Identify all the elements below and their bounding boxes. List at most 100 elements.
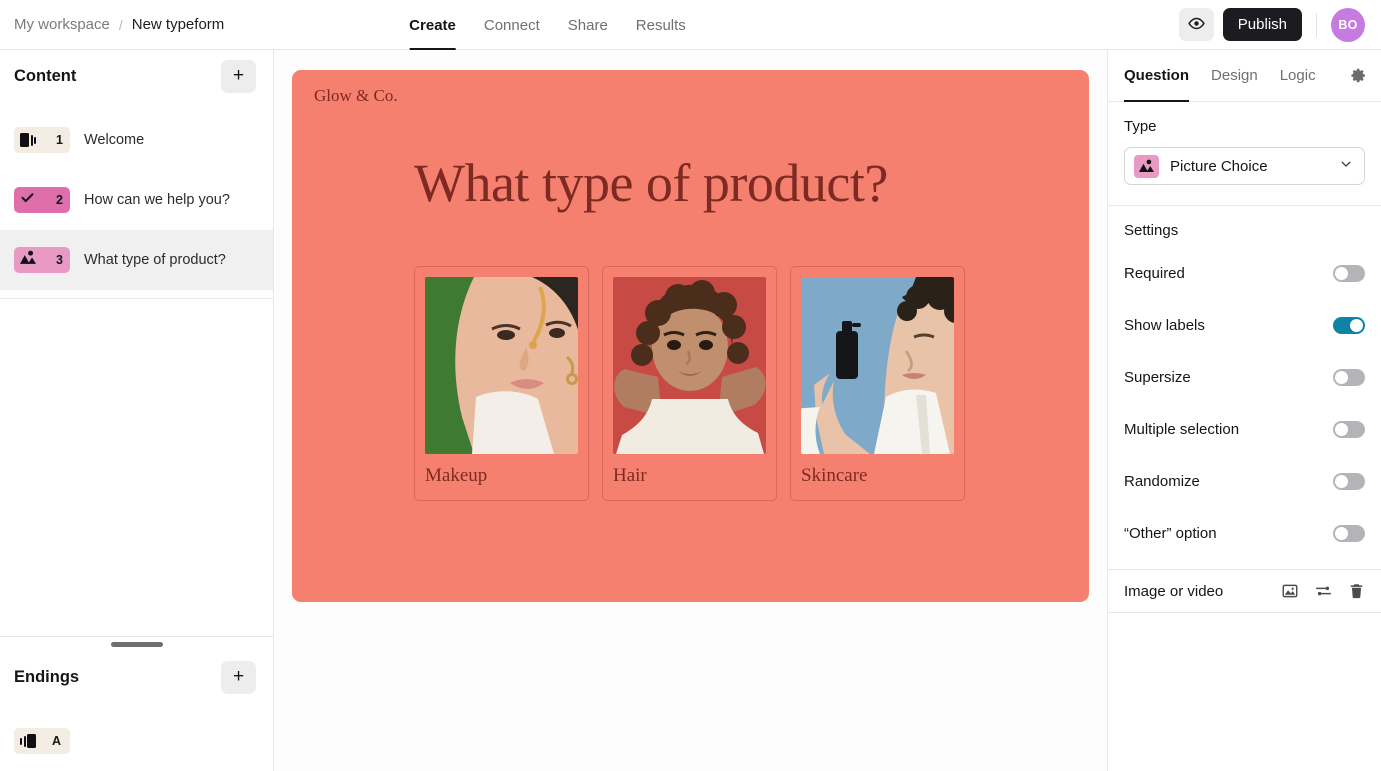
setting-row-show-labels: Show labels — [1124, 299, 1365, 351]
resize-handle[interactable] — [111, 642, 163, 647]
editor-body: Content + 1 Welcome — [0, 50, 1381, 771]
question-settings-panel: Question Design Logic Type — [1107, 50, 1381, 771]
breadcrumb-separator: / — [119, 17, 123, 33]
sidebar-item-what-type-of-product[interactable]: 3 What type of product? — [0, 230, 273, 290]
ending-statement-icon — [20, 734, 36, 748]
choice-label: Makeup — [425, 454, 578, 500]
endings-title: Endings — [14, 668, 79, 687]
adjust-icon[interactable] — [1314, 582, 1333, 600]
statement-icon — [20, 133, 36, 147]
tab-connect[interactable]: Connect — [484, 0, 540, 50]
choice-card-makeup[interactable]: Makeup — [414, 266, 589, 501]
toggle-randomize[interactable] — [1333, 473, 1365, 490]
form-canvas: Glow & Co. What type of product? — [274, 50, 1107, 771]
item-number: 2 — [56, 193, 63, 207]
setting-row-required: Required — [1124, 247, 1365, 299]
item-label: Welcome — [84, 132, 144, 148]
avatar[interactable]: BO — [1331, 8, 1365, 42]
header-actions: Publish BO — [1179, 8, 1381, 42]
setting-row-other-option: “Other” option — [1124, 507, 1365, 559]
item-badge: 3 — [14, 247, 70, 273]
eye-icon — [1188, 15, 1205, 35]
item-number: 3 — [56, 253, 63, 267]
app-header: My workspace / New typeform Create Conne… — [0, 0, 1381, 50]
image-icon[interactable] — [1281, 582, 1299, 600]
endings-list: A — [0, 703, 273, 771]
chevron-down-icon — [1339, 157, 1353, 176]
type-label: Type — [1124, 118, 1365, 135]
item-badge: 1 — [14, 127, 70, 153]
tab-share[interactable]: Share — [568, 0, 608, 50]
toggle-show-labels[interactable] — [1333, 317, 1365, 334]
setting-label: Required — [1124, 265, 1185, 282]
tab-question[interactable]: Question — [1124, 50, 1189, 102]
tab-create[interactable]: Create — [409, 0, 456, 50]
setting-label: Supersize — [1124, 369, 1191, 386]
tab-logic[interactable]: Logic — [1280, 50, 1316, 102]
toggle-supersize[interactable] — [1333, 369, 1365, 386]
publish-button[interactable]: Publish — [1223, 8, 1302, 41]
item-label: How can we help you? — [84, 192, 230, 208]
type-section: Type Picture Choice — [1108, 102, 1381, 206]
breadcrumb-workspace[interactable]: My workspace — [14, 16, 110, 33]
choice-card-hair[interactable]: Hair — [602, 266, 777, 501]
tab-design[interactable]: Design — [1211, 50, 1258, 102]
setting-label: Multiple selection — [1124, 421, 1239, 438]
toggle-multiple-selection[interactable] — [1333, 421, 1365, 438]
question-type-select[interactable]: Picture Choice — [1124, 147, 1365, 185]
sidebar-ending-a[interactable]: A — [0, 711, 273, 771]
settings-label: Settings — [1108, 206, 1381, 243]
form-preview: Glow & Co. What type of product? — [292, 70, 1089, 602]
sidebar-spacer — [0, 299, 273, 628]
setting-row-multiple-selection: Multiple selection — [1124, 403, 1365, 455]
choice-label: Skincare — [801, 454, 954, 500]
content-sidebar: Content + 1 Welcome — [0, 50, 274, 771]
add-ending-button[interactable]: + — [221, 661, 256, 694]
item-badge: 2 — [14, 187, 70, 213]
main-nav-tabs: Create Connect Share Results — [409, 0, 686, 50]
photo-hair — [613, 277, 766, 454]
gear-icon[interactable] — [1350, 67, 1367, 84]
choice-photo — [425, 277, 578, 454]
panel-tabs: Question Design Logic — [1108, 50, 1381, 102]
form-brand: Glow & Co. — [314, 86, 398, 106]
setting-label: “Other” option — [1124, 525, 1217, 542]
media-label: Image or video — [1124, 583, 1223, 600]
ending-number: A — [52, 734, 61, 748]
setting-label: Randomize — [1124, 473, 1200, 490]
preview-button[interactable] — [1179, 8, 1214, 41]
choice-card-skincare[interactable]: Skincare — [790, 266, 965, 501]
breadcrumb: My workspace / New typeform — [0, 16, 224, 33]
setting-row-supersize: Supersize — [1124, 351, 1365, 403]
content-list: 1 Welcome 2 How can we help you? — [0, 102, 273, 290]
photo-makeup — [425, 277, 578, 454]
breadcrumb-form-name[interactable]: New typeform — [132, 16, 225, 33]
resize-handle-wrap — [0, 637, 273, 651]
typeform-editor: My workspace / New typeform Create Conne… — [0, 0, 1381, 771]
image-or-video-row: Image or video — [1108, 569, 1381, 613]
setting-label: Show labels — [1124, 317, 1205, 334]
item-label: What type of product? — [84, 252, 226, 268]
header-divider — [1316, 13, 1317, 37]
content-title: Content — [14, 67, 76, 86]
setting-row-randomize: Randomize — [1124, 455, 1365, 507]
check-icon — [20, 190, 35, 210]
question-title[interactable]: What type of product? — [414, 152, 888, 214]
sidebar-item-how-can-we-help[interactable]: 2 How can we help you? — [0, 170, 273, 230]
add-content-button[interactable]: + — [221, 60, 256, 93]
media-actions — [1281, 582, 1365, 600]
picture-icon — [20, 250, 36, 270]
content-panel-header: Content + — [0, 50, 273, 102]
settings-list: Required Show labels Supersize Multiple … — [1108, 243, 1381, 569]
toggle-other-option[interactable] — [1333, 525, 1365, 542]
toggle-required[interactable] — [1333, 265, 1365, 282]
tab-results[interactable]: Results — [636, 0, 686, 50]
ending-badge: A — [14, 728, 70, 754]
choice-grid: Makeup — [414, 266, 965, 501]
trash-icon[interactable] — [1348, 582, 1365, 600]
item-number: 1 — [56, 133, 63, 147]
sidebar-item-welcome[interactable]: 1 Welcome — [0, 110, 273, 170]
question-type-value: Picture Choice — [1170, 158, 1268, 175]
picture-icon — [1134, 155, 1159, 178]
photo-skincare — [801, 277, 954, 454]
